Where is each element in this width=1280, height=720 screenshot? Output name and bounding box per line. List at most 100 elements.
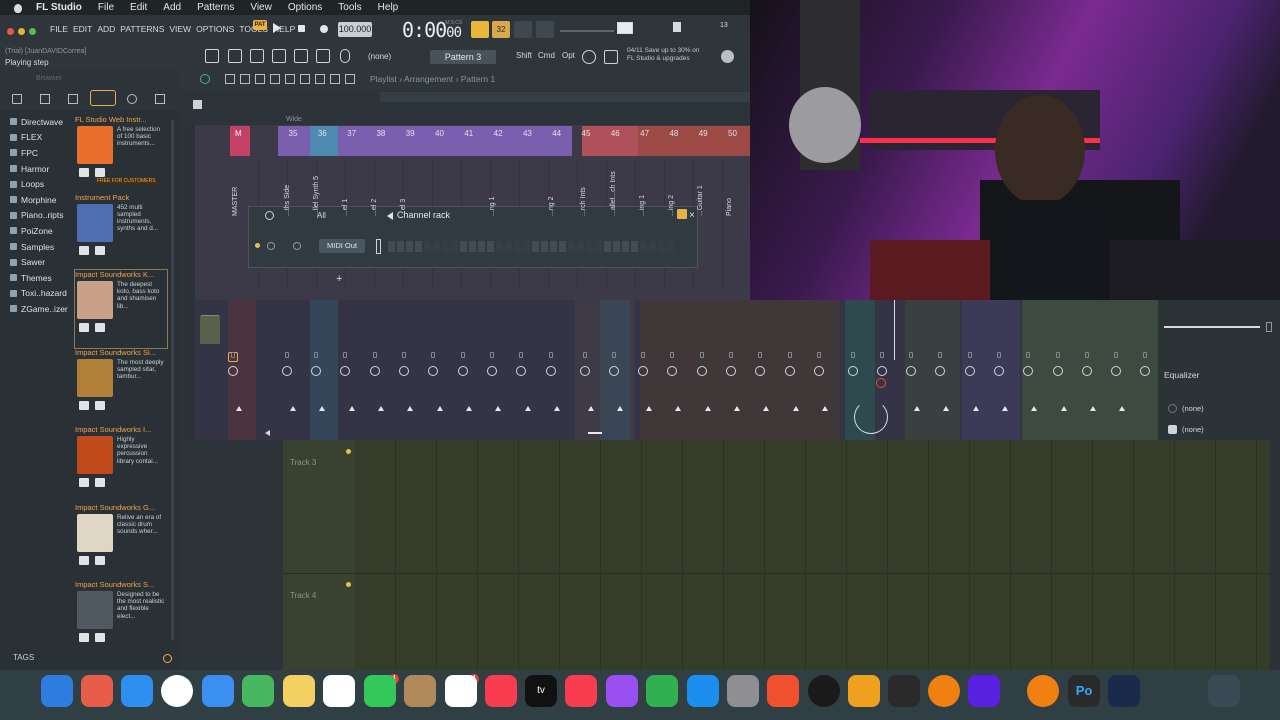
pack-item[interactable]: Impact Soundworks S... Designed to be the…: [75, 580, 167, 658]
freeform-icon[interactable]: [323, 675, 355, 707]
step-button[interactable]: [586, 241, 593, 252]
pan-knob[interactable]: [370, 366, 380, 376]
mixer-strip-number[interactable]: 42: [488, 129, 508, 138]
send-pin[interactable]: [938, 352, 942, 358]
folder-item[interactable]: FPC: [10, 145, 68, 161]
route-arrow-icon[interactable]: [588, 406, 594, 411]
step-button[interactable]: [622, 241, 629, 252]
pan-knob[interactable]: [1140, 366, 1150, 376]
blend-icon[interactable]: [536, 21, 554, 38]
send-pin[interactable]: [343, 352, 347, 358]
news-icon[interactable]: [565, 675, 597, 707]
mixer-icon[interactable]: [848, 675, 880, 707]
record-button[interactable]: [320, 25, 328, 33]
send-pin[interactable]: [402, 352, 406, 358]
mixer-menu-icon[interactable]: [193, 100, 202, 109]
browser-plugin-db-icon[interactable]: [90, 90, 116, 106]
route-arrow-icon[interactable]: [705, 406, 711, 411]
fx-slot-1-toggle[interactable]: [1168, 404, 1177, 413]
send-pin[interactable]: [1056, 352, 1060, 358]
step-button[interactable]: [442, 241, 449, 252]
send-pin[interactable]: [612, 352, 616, 358]
send-pin[interactable]: [373, 352, 377, 358]
playlist-options-icon[interactable]: [200, 74, 210, 84]
send-pin[interactable]: [314, 352, 318, 358]
pan-knob[interactable]: [458, 366, 468, 376]
send-pin[interactable]: [461, 352, 465, 358]
mixer-strip-number[interactable]: 35: [283, 129, 303, 138]
select-tool-icon[interactable]: [315, 74, 325, 84]
pan-knob[interactable]: [340, 366, 350, 376]
pen-icon[interactable]: [767, 675, 799, 707]
step-button[interactable]: [550, 241, 557, 252]
stop-button[interactable]: [298, 25, 305, 32]
mixer-strip-number[interactable]: 45: [576, 129, 596, 138]
pan-knob[interactable]: [726, 366, 736, 376]
pat-song-toggle[interactable]: PAT: [253, 20, 267, 30]
route-arrow-icon[interactable]: [290, 406, 296, 411]
route-arrow-icon[interactable]: [378, 406, 384, 411]
track-4-mute-dot[interactable]: [346, 582, 351, 587]
folder-item[interactable]: Samples: [10, 239, 68, 255]
settings-icon[interactable]: [727, 675, 759, 707]
browser-scrollbar[interactable]: [171, 120, 174, 640]
maps-icon[interactable]: [242, 675, 274, 707]
graph-editor-icon[interactable]: [677, 209, 687, 219]
send-pin[interactable]: [285, 352, 289, 358]
playlist-icon[interactable]: [228, 49, 242, 63]
send-pin[interactable]: [729, 352, 733, 358]
flstudio-icon[interactable]: [888, 675, 920, 707]
folder-item[interactable]: ZGame..izer: [10, 301, 68, 317]
plugin-picker-icon[interactable]: [582, 50, 596, 64]
step-button[interactable]: [460, 241, 467, 252]
pan-knob[interactable]: [487, 366, 497, 376]
step-button[interactable]: [478, 241, 485, 252]
pattern-none-select[interactable]: (none): [368, 52, 391, 61]
channel-led[interactable]: [255, 243, 260, 248]
pan-knob[interactable]: [399, 366, 409, 376]
send-pin[interactable]: [431, 352, 435, 358]
route-arrow-icon[interactable]: [495, 406, 501, 411]
step-button[interactable]: [496, 241, 503, 252]
send-pin[interactable]: [670, 352, 674, 358]
step-button[interactable]: [523, 241, 530, 252]
arturia-icon[interactable]: [928, 675, 960, 707]
pack-preview-icon[interactable]: [95, 633, 105, 642]
fl-menu-view[interactable]: VIEW: [169, 24, 191, 34]
chrome-icon[interactable]: [161, 675, 193, 707]
route-arrow-icon[interactable]: [1119, 406, 1125, 411]
route-arrow-icon[interactable]: [407, 406, 413, 411]
route-arrow-icon[interactable]: [943, 406, 949, 411]
pan-knob[interactable]: [994, 366, 1004, 376]
photoshop-icon[interactable]: Po: [1068, 675, 1100, 707]
route-arrow-icon[interactable]: [1002, 406, 1008, 411]
finder-icon[interactable]: [41, 675, 73, 707]
menu-file[interactable]: File: [98, 2, 114, 13]
mixer-strip-number[interactable]: 47: [635, 129, 655, 138]
route-arrow-icon[interactable]: [554, 406, 560, 411]
folder-item[interactable]: FLEX: [10, 130, 68, 146]
send-pin[interactable]: [641, 352, 645, 358]
notes-icon[interactable]: [283, 675, 315, 707]
send-pin[interactable]: [851, 352, 855, 358]
contacts-icon[interactable]: [404, 675, 436, 707]
close-icon[interactable]: ×: [689, 210, 695, 221]
fl-menu-options[interactable]: OPTIONS: [196, 24, 234, 34]
channel-volume-knob[interactable]: [293, 242, 301, 250]
route-arrow-icon[interactable]: [793, 406, 799, 411]
shop-icon[interactable]: [604, 50, 618, 64]
browser-icon[interactable]: [316, 49, 330, 63]
folder-item[interactable]: Piano..ripts: [10, 208, 68, 224]
track-4-label[interactable]: Track 4: [290, 591, 316, 600]
step-button[interactable]: [532, 241, 539, 252]
step-button[interactable]: [424, 241, 431, 252]
pack-item[interactable]: Impact Soundworks K... The deepest koto, …: [74, 269, 168, 349]
pan-knob[interactable]: [814, 366, 824, 376]
browser-tags-icon[interactable]: [127, 94, 137, 104]
fl-menu-edit[interactable]: EDIT: [73, 24, 92, 34]
folder-item[interactable]: Themes: [10, 270, 68, 286]
route-arrow-icon[interactable]: [466, 406, 472, 411]
pan-knob[interactable]: [1053, 366, 1063, 376]
fx-slot-2-toggle[interactable]: [1168, 425, 1177, 434]
step-button[interactable]: [640, 241, 647, 252]
